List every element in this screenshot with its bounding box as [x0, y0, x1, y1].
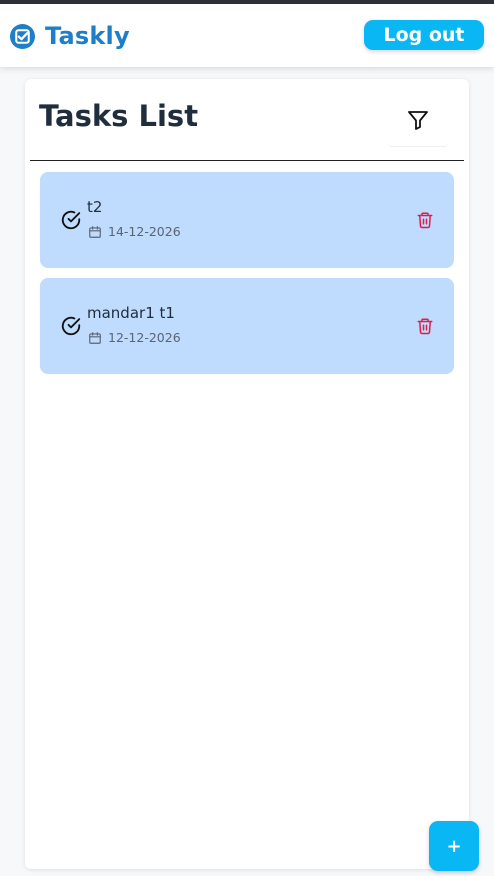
logout-button[interactable]: Log out — [364, 20, 484, 50]
page-title: Tasks List — [39, 99, 199, 133]
check-circle-icon[interactable] — [60, 209, 82, 231]
task-item[interactable]: t2 14-12-2026 — [40, 172, 454, 268]
task-date: 12-12-2026 — [108, 330, 181, 345]
trash-icon[interactable] — [416, 210, 434, 230]
add-task-button[interactable]: + — [429, 821, 479, 871]
calendar-icon — [89, 331, 101, 344]
task-meta: 14-12-2026 — [88, 224, 181, 239]
app-name: Taskly — [45, 22, 130, 50]
app-header: Taskly Log out — [0, 4, 494, 67]
task-title: t2 — [87, 198, 103, 216]
checkbox-icon — [10, 23, 35, 49]
check-circle-icon[interactable] — [60, 315, 82, 337]
tasks-card: Tasks List t2 14-12-2026 mandar1 t1 12-1… — [25, 79, 469, 869]
filter-icon — [408, 110, 428, 130]
task-item[interactable]: mandar1 t1 12-12-2026 — [40, 278, 454, 374]
calendar-icon — [89, 225, 101, 238]
task-title: mandar1 t1 — [87, 304, 175, 322]
trash-icon[interactable] — [416, 316, 434, 336]
title-divider — [30, 160, 464, 161]
brand[interactable]: Taskly — [10, 22, 130, 50]
task-date: 14-12-2026 — [108, 224, 181, 239]
filter-button[interactable] — [388, 93, 448, 147]
plus-icon: + — [446, 835, 462, 857]
task-meta: 12-12-2026 — [88, 330, 181, 345]
